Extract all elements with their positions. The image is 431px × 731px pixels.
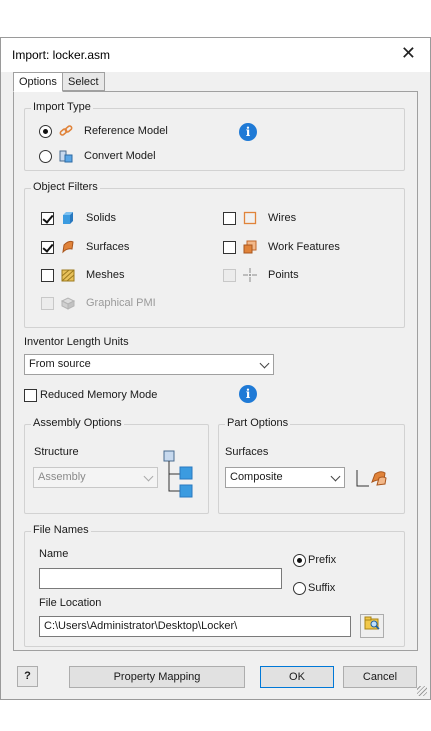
prefix-radio[interactable] — [293, 553, 306, 567]
pmi-icon — [60, 295, 76, 311]
suffix-option[interactable]: Suffix — [293, 580, 335, 596]
points-label: Points — [268, 269, 299, 281]
wires-checkbox[interactable] — [223, 211, 236, 225]
surfaces-checkbox[interactable] — [41, 240, 54, 254]
tab-select[interactable]: Select — [62, 72, 105, 91]
info-icon[interactable]: i — [239, 385, 257, 403]
reference-model-option[interactable]: Reference Model — [39, 123, 168, 139]
help-icon: ? — [24, 670, 31, 682]
close-icon[interactable]: ✕ — [401, 43, 416, 63]
convert-model-label: Convert Model — [84, 150, 156, 162]
reduced-memory-checkbox[interactable] — [24, 388, 37, 402]
name-label: Name — [39, 548, 69, 560]
filter-solids[interactable]: Solids — [41, 210, 116, 226]
filter-wires[interactable]: Wires — [223, 210, 296, 226]
surfaces-dropdown[interactable]: Composite — [225, 467, 345, 488]
tab-options[interactable]: Options — [13, 72, 63, 92]
reference-model-label: Reference Model — [84, 125, 168, 137]
meshes-checkbox[interactable] — [41, 268, 54, 282]
suffix-label: Suffix — [308, 582, 336, 594]
wire-icon — [242, 210, 258, 226]
import-type-group: Import Type Reference Model Convert Mode… — [24, 101, 405, 171]
resize-grip[interactable] — [417, 686, 427, 696]
filter-graphical-pmi: Graphical PMI — [41, 295, 156, 311]
length-units-value: From source — [29, 358, 91, 370]
surfaces-label: Surfaces — [86, 241, 130, 253]
wires-label: Wires — [268, 212, 297, 224]
filter-meshes[interactable]: Meshes — [41, 267, 125, 283]
chevron-down-icon — [330, 471, 341, 482]
info-icon[interactable]: i — [239, 123, 257, 141]
reference-model-radio[interactable] — [39, 124, 52, 138]
chevron-down-icon — [259, 358, 270, 369]
surface-icon — [60, 239, 76, 255]
work-features-checkbox[interactable] — [223, 240, 236, 254]
name-field[interactable] — [39, 568, 282, 589]
reduced-memory-label: Reduced Memory Mode — [40, 389, 158, 401]
length-units-label: Inventor Length Units — [24, 336, 129, 348]
object-filters-group: Object Filters Solids Surfaces Meshes Gr… — [24, 181, 405, 328]
structure-dropdown: Assembly — [33, 467, 158, 488]
structure-value: Assembly — [38, 471, 86, 483]
chevron-down-icon — [143, 471, 154, 482]
part-options-group: Part Options Surfaces Composite — [218, 417, 405, 514]
composite-surface-icon — [355, 468, 389, 490]
object-filters-legend: Object Filters — [31, 181, 100, 193]
title-bar[interactable]: Import: locker.asm ✕ — [1, 38, 430, 72]
property-mapping-button[interactable]: Property Mapping — [69, 666, 245, 688]
assembly-options-group: Assembly Options Structure Assembly — [24, 417, 209, 514]
prefix-label: Prefix — [308, 554, 337, 566]
options-panel: Import Type Reference Model Convert Mode… — [13, 91, 418, 651]
filter-work-features[interactable]: Work Features — [223, 239, 340, 255]
filter-points: Points — [223, 267, 299, 283]
part-options-legend: Part Options — [225, 417, 291, 429]
convert-model-option[interactable]: Convert Model — [39, 148, 156, 164]
file-location-label: File Location — [39, 597, 102, 609]
meshes-label: Meshes — [86, 269, 125, 281]
browse-folder-icon — [364, 615, 380, 639]
ok-button[interactable]: OK — [260, 666, 334, 688]
work-features-label: Work Features — [268, 241, 340, 253]
length-units-dropdown[interactable]: From source — [24, 354, 274, 375]
solids-checkbox[interactable] — [41, 211, 54, 225]
file-names-group: File Names Name Prefix Suffix File Locat… — [24, 524, 405, 647]
cancel-button[interactable]: Cancel — [343, 666, 417, 688]
solids-label: Solids — [86, 212, 116, 224]
graphical-pmi-label: Graphical PMI — [86, 297, 156, 309]
surfaces-option-label: Surfaces — [225, 446, 269, 458]
assembly-options-legend: Assembly Options — [31, 417, 124, 429]
convert-model-icon — [58, 148, 74, 164]
solid-cube-icon — [60, 210, 76, 226]
assembly-structure-icon — [162, 449, 198, 499]
suffix-radio[interactable] — [293, 581, 306, 595]
mesh-icon — [60, 267, 76, 283]
surfaces-value: Composite — [230, 471, 283, 483]
help-button[interactable]: ? — [17, 666, 38, 687]
import-type-legend: Import Type — [31, 101, 93, 113]
points-checkbox — [223, 268, 236, 282]
link-icon — [58, 123, 74, 139]
prefix-option[interactable]: Prefix — [293, 552, 336, 568]
work-features-icon — [242, 239, 258, 255]
graphical-pmi-checkbox — [41, 296, 54, 310]
point-icon — [242, 267, 258, 283]
filter-surfaces[interactable]: Surfaces — [41, 239, 129, 255]
reduced-memory-option[interactable]: Reduced Memory Mode — [24, 387, 157, 403]
import-dialog: Import: locker.asm ✕ Options Select Impo… — [0, 37, 431, 700]
browse-button[interactable] — [360, 614, 384, 638]
dialog-title: Import: locker.asm — [12, 48, 111, 62]
convert-model-radio[interactable] — [39, 149, 52, 163]
file-names-legend: File Names — [31, 524, 91, 536]
structure-label: Structure — [34, 446, 79, 458]
file-location-field[interactable]: C:\Users\Administrator\Desktop\Locker\ — [39, 616, 351, 637]
